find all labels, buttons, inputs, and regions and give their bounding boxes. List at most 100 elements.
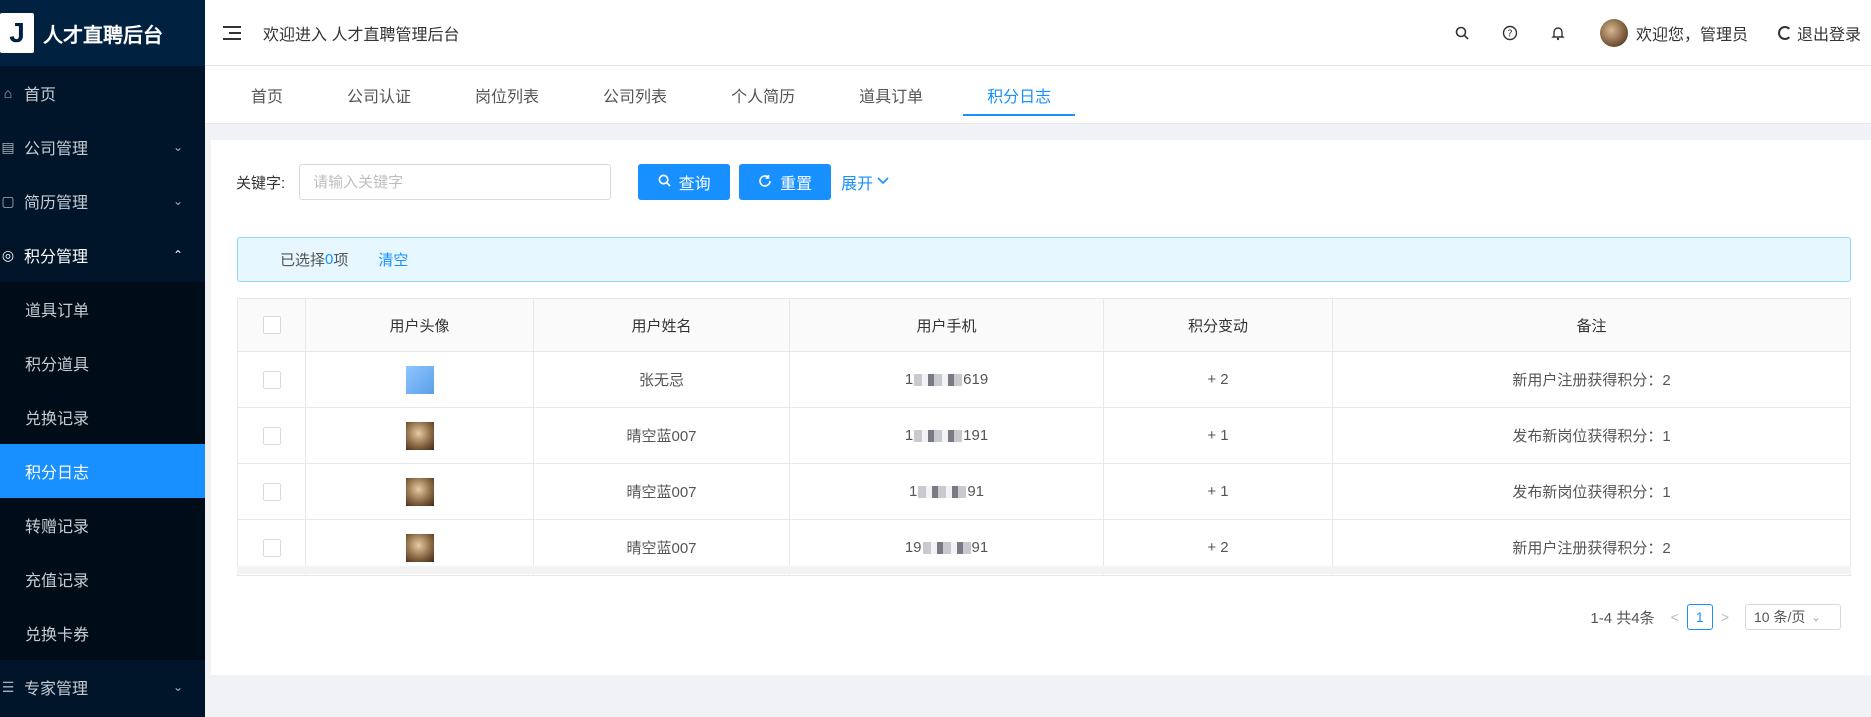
row-checkbox[interactable] [262,426,281,445]
tab-points-log[interactable]: 积分日志 [963,66,1076,123]
expand-label: 展开 [841,176,874,193]
logo-icon: J [0,13,34,53]
sidebar-subitem-points-log[interactable]: 积分日志 [0,444,205,498]
phone-redaction [922,541,971,554]
pagination-summary: 1-4 共4条 [1590,609,1655,627]
refresh-icon [758,174,772,191]
sidebar-subitem-transfer-records[interactable]: 转赠记录 [0,498,205,552]
sidebar-item-points[interactable]: ◎ 积分管理 ⌃ [0,228,205,282]
keyword-label: 关键字: [236,174,286,192]
phone-prefix: 1 [904,371,914,388]
svg-text:?: ? [1507,29,1512,40]
selection-suffix: 项 [333,252,349,269]
sidebar-item-label: 简历管理 [24,195,89,212]
phone-redaction [914,429,963,442]
sidebar-item-resume[interactable]: ▢ 简历管理 ⌄ [0,174,205,228]
tab-company-cert[interactable]: 公司认证 [323,66,435,123]
search-form: 关键字: 查询 重置 展开 [236,164,889,200]
table-row[interactable]: 晴空蓝007 1 191 + 1 发布新岗位获得积分：1 [238,408,1850,464]
menu-fold-icon[interactable] [219,23,243,43]
column-header-name[interactable]: 用户姓名 [534,299,790,351]
chevron-left-icon[interactable]: < [1671,609,1679,625]
table-horizontal-scrollbar[interactable] [237,566,1851,574]
points-icon: ◎ [1,246,15,263]
user-phone-cell: 1 91 [790,464,1104,519]
search-icon [658,174,671,190]
sidebar-subitem-recharge-records[interactable]: 充值记录 [0,552,205,606]
sidebar-item-label: 首页 [24,87,57,104]
avatar[interactable] [1599,19,1628,47]
row-checkbox[interactable] [262,370,281,389]
page-size-value: 10 条/页 [1754,609,1806,625]
expand-toggle[interactable]: 展开 [841,170,889,194]
page-number-current[interactable]: 1 [1686,604,1713,630]
points-change-cell: + 1 [1104,408,1333,463]
sidebar-item-experts[interactable]: ☰ 专家管理 ⌄ [0,660,205,714]
table-row[interactable]: 晴空蓝007 1 91 + 1 发布新岗位获得积分：1 [238,464,1850,520]
query-button[interactable]: 查询 [638,164,731,200]
help-icon[interactable]: ? [1500,23,1520,43]
pagination: 1-4 共4条 < 1 > 10 条/页 ⌄ [1590,604,1841,630]
chevron-right-icon[interactable]: > [1721,609,1729,625]
tab-prop-orders[interactable]: 道具订单 [835,66,947,123]
points-change-cell: + 1 [1104,464,1333,519]
select-all-checkbox[interactable] [262,316,281,334]
column-header-phone[interactable]: 用户手机 [790,299,1104,351]
logout-label: 退出登录 [1796,27,1861,44]
reset-button[interactable]: 重置 [739,164,832,200]
sidebar-subitem-prop-orders[interactable]: 道具订单 [0,282,205,336]
user-phone-cell: 1 191 [790,408,1104,463]
page-tabs: 首页 公司认证 岗位列表 公司列表 个人简历 道具订单 积分日志 [205,66,1871,124]
app-logo[interactable]: J 人才直聘后台 [0,0,205,66]
chevron-down-icon: ⌄ [172,140,183,154]
sidebar-item-company[interactable]: ▤ 公司管理 ⌄ [0,120,205,174]
reset-label: 重置 [780,176,813,193]
app-title: 人才直聘后台 [43,24,163,47]
row-checkbox-cell [238,408,306,463]
user-name-cell: 晴空蓝007 [534,408,790,463]
sidebar-subitem-point-props[interactable]: 积分道具 [0,336,205,390]
user-phone-cell: 1 619 [790,352,1104,407]
home-icon: ⌂ [3,85,13,101]
row-checkbox[interactable] [262,482,281,501]
query-label: 查询 [678,176,711,193]
list-icon: ☰ [1,678,15,695]
sidebar-item-label: 公司管理 [24,141,89,158]
sidebar-item-home[interactable]: ⌂ 首页 [0,66,205,120]
search-icon[interactable] [1452,23,1472,43]
bell-icon[interactable] [1548,23,1568,43]
resume-icon: ▢ [1,192,15,209]
points-change-cell: + 2 [1104,352,1333,407]
row-checkbox[interactable] [262,538,281,557]
table-row[interactable]: 张无忌 1 619 + 2 新用户注册获得积分：2 [238,352,1850,408]
logout-icon [1777,26,1792,40]
keyword-input[interactable] [299,164,612,200]
page-size-select[interactable]: 10 条/页 ⌄ [1745,604,1841,630]
sidebar-subitem-coupons[interactable]: 兑换卡券 [0,606,205,660]
sidebar-subitem-exchange-records[interactable]: 兑换记录 [0,390,205,444]
row-checkbox-cell [238,464,306,519]
tab-resume[interactable]: 个人简历 [707,66,819,123]
user-avatar-thumbnail [405,477,434,506]
column-header-points-change[interactable]: 积分变动 [1104,299,1333,351]
tab-job-list[interactable]: 岗位列表 [451,66,563,123]
clear-selection-link[interactable]: 清空 [378,249,408,270]
remark-cell: 新用户注册获得积分：2 [1512,372,1671,389]
column-header-avatar[interactable]: 用户头像 [306,299,534,351]
user-avatar-thumbnail [405,533,434,562]
table-header-row: 用户头像 用户姓名 用户手机 积分变动 备注 [238,299,1850,352]
logout-button[interactable]: 退出登录 [1777,21,1861,45]
phone-prefix: 1 [904,427,914,444]
row-checkbox-cell [238,352,306,407]
user-name-cell: 晴空蓝007 [534,464,790,519]
avatar-cell [306,408,534,463]
top-header: 欢迎进入 人才直聘管理后台 ? 欢迎您，管理员 退出登录 [205,0,1871,66]
column-header-remark[interactable]: 备注 [1333,299,1850,351]
selection-count: 0 [325,251,334,268]
phone-redaction [914,373,963,386]
sidebar: J 人才直聘后台 ⌂ 首页 ▤ 公司管理 ⌄ ▢ 简历管理 ⌄ ◎ 积分管理 ⌃… [0,0,205,717]
tab-company-list[interactable]: 公司列表 [579,66,691,123]
tab-home[interactable]: 首页 [227,66,307,123]
user-greeting[interactable]: 欢迎您，管理员 [1636,21,1748,45]
avatar-cell [306,352,534,407]
